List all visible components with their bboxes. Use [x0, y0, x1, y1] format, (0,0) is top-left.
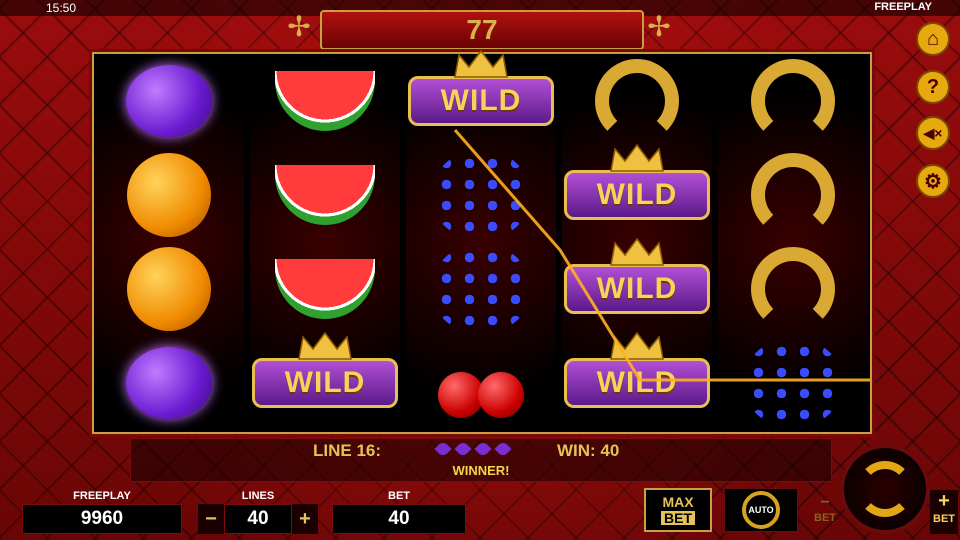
orange-icon: [127, 153, 211, 237]
bet-plus-button[interactable]: + BET: [930, 490, 958, 534]
wild-label: WILD: [596, 366, 678, 399]
horseshoe-icon: [751, 247, 835, 331]
wild-symbol: WILD: [406, 49, 556, 148]
lines-minus-button[interactable]: −: [198, 504, 224, 534]
home-icon[interactable]: ⌂: [916, 22, 950, 56]
grape-icon: [435, 153, 527, 237]
crown-icon: [298, 331, 352, 360]
gem-icon: [494, 440, 512, 458]
melon-icon: [275, 71, 375, 131]
wild-symbol: WILD: [562, 143, 712, 242]
reel-1: [94, 54, 244, 432]
orange-symbol: [94, 242, 244, 336]
autoplay-label: AUTO: [748, 505, 774, 515]
game-title: 77: [466, 14, 498, 45]
wild-icon: WILD: [408, 49, 554, 126]
plum-symbol: [94, 336, 244, 430]
clock: 15:50: [46, 1, 77, 15]
wild-label: WILD: [596, 272, 678, 305]
melon-icon: [275, 165, 375, 225]
bet-plus-label: BET: [933, 513, 955, 525]
melon-icon: [275, 259, 375, 319]
plum-icon: [126, 347, 212, 419]
cherry-icon: [436, 348, 526, 418]
reel-3: WILD: [406, 49, 556, 432]
win-label: WIN: 40: [557, 441, 620, 460]
title-plate: 77: [320, 10, 644, 50]
autoplay-button[interactable]: AUTO: [724, 488, 798, 532]
wild-label: WILD: [596, 178, 678, 211]
reel-area[interactable]: WILD WILD WILD WILD WILD: [92, 49, 872, 434]
wild-icon: WILD: [564, 237, 710, 314]
grape-symbol: [406, 148, 556, 242]
melon-symbol: [250, 148, 400, 242]
crown-icon: [610, 237, 664, 266]
max-bet-label-top: MAX: [662, 494, 694, 510]
bet-minus-label: BET: [814, 512, 836, 524]
wild-symbol: WILD: [250, 331, 400, 430]
horseshoe-icon: [751, 153, 835, 237]
horseshoe-symbol: [718, 242, 868, 336]
orange-symbol: [94, 148, 244, 242]
spin-icon: [857, 461, 913, 517]
lines-value: 40: [224, 504, 292, 534]
horseshoe-icon: [751, 59, 835, 143]
wild-icon: WILD: [564, 331, 710, 408]
line-label: LINE 16:: [313, 441, 382, 460]
bet-minus-button[interactable]: − BET: [810, 494, 840, 534]
spin-button[interactable]: [840, 444, 930, 534]
gem-icon: [434, 440, 452, 458]
horseshoe-symbol: [562, 54, 712, 148]
melon-symbol: [250, 242, 400, 336]
ornament-right-icon: ✢: [647, 11, 671, 42]
line-gems: [434, 440, 512, 458]
grape-icon: [747, 341, 839, 425]
max-bet-label-bottom: BET: [661, 511, 695, 525]
wild-label: WILD: [284, 366, 366, 399]
wild-symbol: WILD: [562, 237, 712, 336]
plus-icon: +: [938, 490, 950, 512]
wild-label: WILD: [440, 84, 522, 117]
mode-label: FREEPLAY: [874, 1, 932, 13]
autoplay-icon: AUTO: [742, 491, 780, 529]
bet-label: BET: [388, 490, 410, 502]
wild-icon: WILD: [564, 143, 710, 220]
gem-icon: [474, 440, 492, 458]
crown-icon: [610, 143, 664, 172]
settings-icon[interactable]: ⚙: [916, 164, 950, 198]
grape-symbol: [406, 242, 556, 336]
horseshoe-symbol: [718, 54, 868, 148]
reel-2: WILD: [250, 54, 400, 432]
reel-4: WILD WILD WILD: [562, 54, 712, 432]
orange-icon: [127, 247, 211, 331]
ornament-left-icon: ✢: [287, 11, 311, 42]
crown-icon: [610, 331, 664, 360]
lines-plus-button[interactable]: +: [292, 504, 318, 534]
sound-off-icon[interactable]: ◀×: [916, 116, 950, 150]
help-icon[interactable]: ?: [916, 70, 950, 104]
gem-icon: [454, 440, 472, 458]
credit-label: FREEPLAY: [73, 490, 131, 502]
lines-label: LINES: [241, 490, 275, 502]
grape-icon: [435, 247, 527, 331]
horseshoe-icon: [595, 59, 679, 143]
cherry-symbol: [406, 336, 556, 430]
plum-symbol: [94, 54, 244, 148]
wild-symbol: WILD: [562, 331, 712, 430]
grape-symbol: [718, 336, 868, 430]
wild-icon: WILD: [252, 331, 398, 408]
melon-symbol: [250, 54, 400, 148]
winner-message: WINNER!: [452, 463, 510, 478]
plum-icon: [126, 65, 212, 137]
reel-5: [718, 54, 868, 432]
crown-icon: [454, 49, 508, 78]
minus-icon: −: [820, 494, 830, 511]
message-bar: LINE 16: WIN: 40 WINNER!: [130, 438, 832, 482]
horseshoe-symbol: [718, 148, 868, 242]
credit-value: 9960: [22, 504, 182, 534]
bet-value: 40: [332, 504, 466, 534]
max-bet-button[interactable]: MAX BET: [644, 488, 712, 532]
